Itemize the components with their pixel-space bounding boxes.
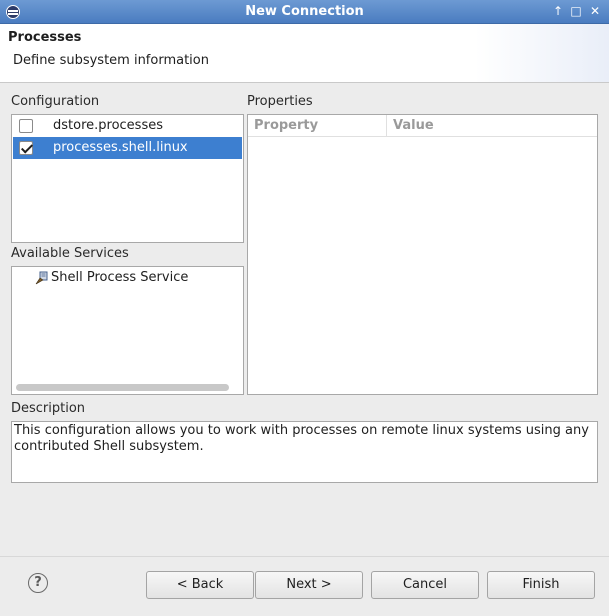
- keep-above-icon[interactable]: ↑: [551, 4, 565, 18]
- next-button[interactable]: Next >: [255, 571, 363, 599]
- configuration-label: Configuration: [11, 94, 100, 109]
- finish-button[interactable]: Finish: [487, 571, 595, 599]
- configuration-checkbox[interactable]: [19, 141, 33, 155]
- description-text: This configuration allows you to work wi…: [11, 421, 598, 483]
- cancel-button[interactable]: Cancel: [371, 571, 479, 599]
- footer-divider: [0, 556, 609, 557]
- help-icon[interactable]: ?: [28, 573, 48, 593]
- page-subtitle: Define subsystem information: [13, 53, 209, 68]
- horizontal-scrollbar[interactable]: [16, 384, 229, 391]
- title-bar: New Connection ↑ □ ✕: [0, 0, 609, 24]
- configuration-checkbox[interactable]: [19, 119, 33, 133]
- column-header-value[interactable]: Value: [393, 118, 434, 133]
- column-header-property[interactable]: Property: [254, 118, 318, 133]
- service-item[interactable]: Shell Process Service: [13, 267, 242, 289]
- service-icon: [35, 271, 48, 285]
- configuration-item-label: processes.shell.linux: [53, 140, 188, 155]
- properties-table[interactable]: Property Value: [247, 114, 598, 395]
- page-title: Processes: [8, 30, 82, 45]
- configuration-item[interactable]: dstore.processes: [13, 115, 242, 137]
- window-title: New Connection: [245, 4, 364, 19]
- wizard-header: Processes Define subsystem information: [0, 24, 609, 83]
- service-item-label: Shell Process Service: [51, 270, 189, 285]
- properties-table-header: Property Value: [248, 115, 597, 137]
- maximize-icon[interactable]: □: [569, 4, 583, 18]
- configuration-list[interactable]: dstore.processes processes.shell.linux: [11, 114, 244, 243]
- configuration-item-label: dstore.processes: [53, 118, 163, 133]
- close-icon[interactable]: ✕: [588, 4, 602, 18]
- configuration-item-selected[interactable]: processes.shell.linux: [13, 137, 242, 159]
- available-services-label: Available Services: [11, 246, 129, 261]
- back-button[interactable]: < Back: [146, 571, 254, 599]
- description-label: Description: [11, 401, 86, 416]
- properties-label: Properties: [247, 94, 313, 109]
- available-services-tree[interactable]: Shell Process Service: [11, 266, 244, 395]
- column-divider: [386, 115, 387, 137]
